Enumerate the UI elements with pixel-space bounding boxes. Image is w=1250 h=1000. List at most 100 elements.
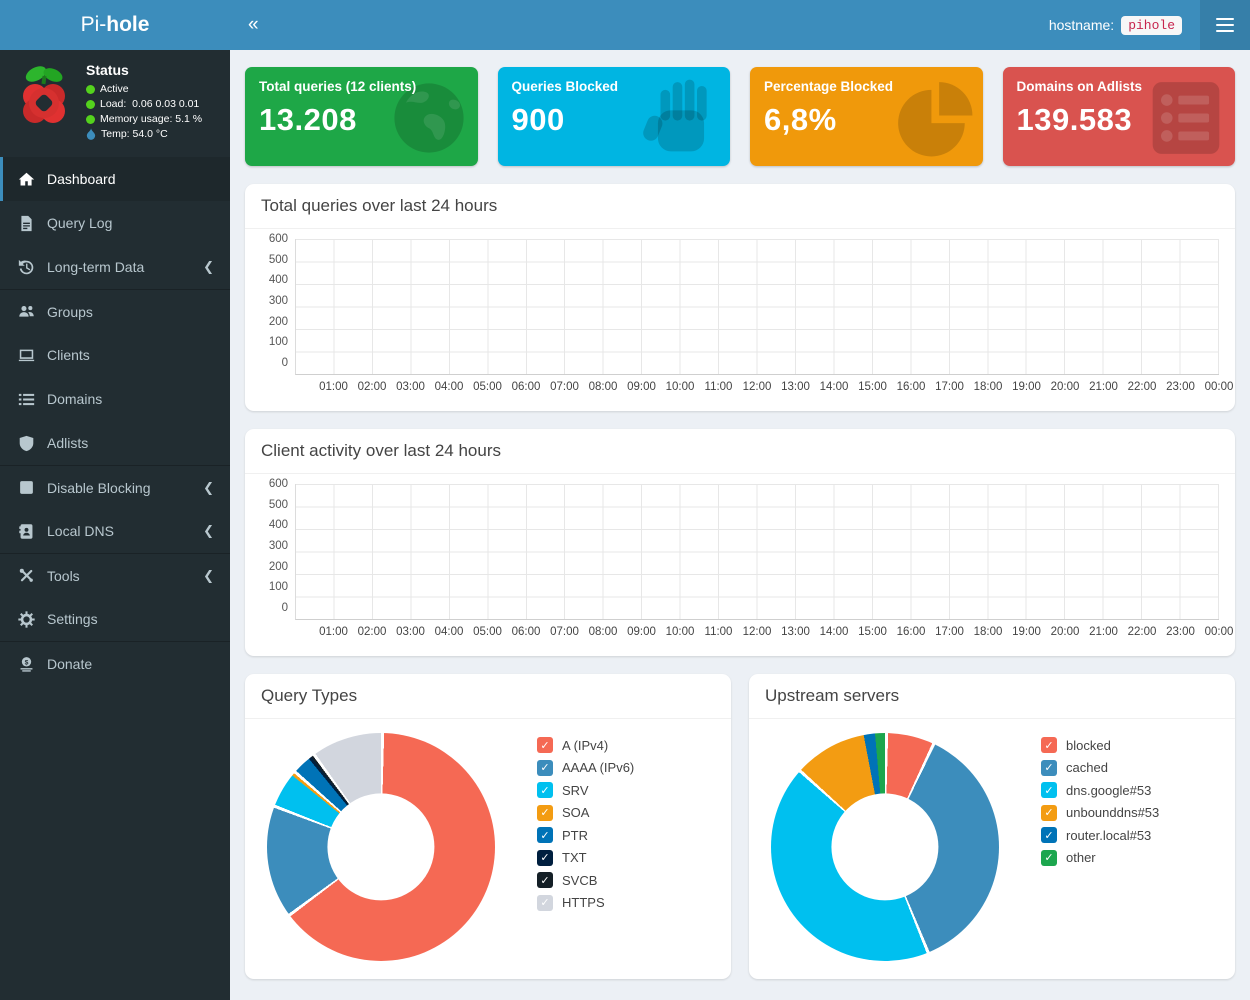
status-dot-icon bbox=[86, 114, 95, 124]
status-active: Active bbox=[86, 83, 202, 95]
list-icon bbox=[16, 389, 36, 409]
legend-checkbox-icon: ✓ bbox=[537, 894, 553, 911]
x-axis-labels: 01:00 02:00 03:00 04:00 05:00 06:00 07:00 08:00… bbox=[319, 381, 1234, 393]
legend-item[interactable]: ✓ other bbox=[1041, 849, 1159, 866]
legend-item[interactable]: ✓ router.local#53 bbox=[1041, 827, 1159, 843]
legend-label: SRV bbox=[562, 782, 589, 798]
navbar: « hostname: pihole bbox=[230, 0, 1250, 50]
status-dot-icon bbox=[86, 84, 95, 94]
total-queries-chart: 600 500 400 300 200 100 0 01:00 02:00 03:00 04:00… bbox=[255, 233, 1234, 399]
sidebar-item-groups[interactable]: Groups bbox=[0, 289, 230, 333]
legend-label: unbounddns#53 bbox=[1066, 805, 1160, 820]
upstream-servers-legend: ✓ blocked ✓ cached ✓ dns.google#53 ✓ unbounddns… bbox=[1041, 737, 1159, 961]
client-activity-box: Client activity over last 24 hours 600 50… bbox=[245, 429, 1235, 656]
legend-item[interactable]: ✓ blocked bbox=[1041, 737, 1159, 753]
sidebar-item-tools[interactable]: Tools ❮ bbox=[0, 553, 230, 597]
legend-item[interactable]: ✓ SVCB bbox=[537, 872, 634, 888]
legend-item[interactable]: ✓ PTR bbox=[537, 827, 634, 843]
legend-checkbox-icon: ✓ bbox=[1041, 804, 1057, 821]
sidebar-item-domains[interactable]: Domains bbox=[0, 377, 230, 421]
chevron-left-icon: ❮ bbox=[203, 523, 214, 538]
card-value: 6,8% bbox=[764, 102, 837, 137]
card-value: 900 bbox=[511, 102, 565, 137]
total-queries-title: Total queries over last 24 hours bbox=[245, 184, 1235, 229]
brand-text-light: Pi- bbox=[80, 13, 107, 36]
tools-icon bbox=[16, 566, 36, 586]
query-types-box: Query Types ✓ A (IPv4) ✓ AAAA (IPv6) ✓ SRV ✓ SO… bbox=[245, 674, 731, 979]
main-content: Total queries (12 clients) 13.208 Querie… bbox=[230, 50, 1250, 1000]
laptop-icon bbox=[16, 345, 36, 365]
navbar-right: hostname: pihole bbox=[1049, 0, 1250, 50]
sidebar-item-dashboard[interactable]: Dashboard bbox=[0, 157, 230, 201]
menu-toggle-icon[interactable] bbox=[1200, 0, 1250, 50]
hostname-label: hostname: bbox=[1048, 17, 1115, 33]
pihole-raspberry-logo bbox=[12, 62, 76, 126]
temperature-flame-icon bbox=[86, 128, 96, 140]
sidebar-item-settings[interactable]: Settings bbox=[0, 597, 230, 641]
legend-item[interactable]: ✓ A (IPv4) bbox=[537, 737, 634, 753]
card-value: 13.208 bbox=[259, 102, 357, 137]
legend-label: SOA bbox=[562, 805, 590, 820]
card-percentage-blocked[interactable]: Percentage Blocked 6,8% bbox=[750, 67, 983, 166]
status-memory: Memory usage: 5.1 % bbox=[86, 113, 202, 125]
stop-icon bbox=[16, 478, 36, 498]
legend-checkbox-icon: ✓ bbox=[1041, 849, 1057, 866]
sidebar-item-query-log[interactable]: Query Log bbox=[0, 201, 230, 245]
history-icon bbox=[16, 257, 36, 277]
card-queries-blocked[interactable]: Queries Blocked 900 bbox=[497, 67, 730, 166]
legend-label: AAAA (IPv6) bbox=[562, 760, 635, 775]
upstream-servers-title: Upstream servers bbox=[749, 674, 1235, 719]
top-bar: Pi-hole « hostname: pihole bbox=[0, 0, 1250, 50]
status-temp: Temp: 54.0 °C bbox=[86, 128, 202, 140]
legend-item[interactable]: ✓ AAAA (IPv6) bbox=[537, 759, 635, 776]
legend-checkbox-icon: ✓ bbox=[537, 827, 553, 843]
sidebar-item-long-term-data[interactable]: Long-term Data ❮ bbox=[0, 245, 230, 289]
legend-checkbox-icon: ✓ bbox=[1041, 737, 1057, 753]
sidebar-item-disable-blocking[interactable]: Disable Blocking ❮ bbox=[0, 465, 230, 509]
legend-item[interactable]: ✓ unbounddns#53 bbox=[1041, 804, 1160, 821]
legend-checkbox-icon: ✓ bbox=[537, 759, 553, 776]
sidebar-item-adlists[interactable]: Adlists bbox=[0, 421, 230, 465]
legend-label: A (IPv4) bbox=[562, 737, 609, 753]
summary-cards: Total queries (12 clients) 13.208 Querie… bbox=[245, 67, 1235, 166]
card-total-queries[interactable]: Total queries (12 clients) 13.208 bbox=[245, 67, 478, 166]
card-title: Queries Blocked bbox=[511, 79, 619, 94]
sidebar-menu: Dashboard Query Log Long-term Data ❮ Gro… bbox=[0, 157, 230, 685]
legend-label: dns.google#53 bbox=[1066, 782, 1152, 798]
legend-label: TXT bbox=[562, 850, 587, 865]
status-details: Status Active Load: 0.06 0.03 0.01 Memor… bbox=[86, 62, 202, 143]
users-icon bbox=[16, 302, 36, 322]
legend-item[interactable]: ✓ SRV bbox=[537, 782, 634, 798]
card-title: Total queries (12 clients) bbox=[259, 79, 417, 94]
legend-item[interactable]: ✓ cached bbox=[1041, 759, 1159, 776]
legend-checkbox-icon: ✓ bbox=[1041, 759, 1057, 776]
legend-checkbox-icon: ✓ bbox=[537, 849, 553, 866]
legend-label: blocked bbox=[1066, 737, 1111, 753]
legend-item[interactable]: ✓ dns.google#53 bbox=[1041, 782, 1159, 798]
gear-icon bbox=[16, 609, 36, 629]
chart-plot-area bbox=[295, 484, 1219, 620]
legend-item[interactable]: ✓ SOA bbox=[537, 804, 634, 821]
sidebar: Status Active Load: 0.06 0.03 0.01 Memor… bbox=[0, 50, 230, 1000]
card-domains-on-adlists[interactable]: Domains on Adlists 139.583 bbox=[1002, 67, 1235, 166]
shield-icon bbox=[16, 433, 36, 453]
legend-label: router.local#53 bbox=[1066, 827, 1152, 843]
legend-label: cached bbox=[1066, 760, 1108, 775]
sidebar-collapse-icon[interactable]: « bbox=[230, 14, 277, 36]
query-types-donut bbox=[267, 733, 495, 961]
file-icon bbox=[16, 213, 36, 233]
sidebar-item-donate[interactable]: $ Donate bbox=[0, 641, 230, 685]
legend-checkbox-icon: ✓ bbox=[537, 737, 553, 753]
sidebar-item-local-dns[interactable]: Local DNS ❮ bbox=[0, 509, 230, 553]
legend-item[interactable]: ✓ HTTPS bbox=[537, 894, 634, 911]
donut-hole bbox=[831, 793, 939, 901]
app-logo[interactable]: Pi-hole bbox=[0, 0, 230, 50]
upstream-servers-donut bbox=[771, 733, 999, 961]
status-panel: Status Active Load: 0.06 0.03 0.01 Memor… bbox=[0, 50, 230, 157]
client-activity-chart: 600 500 400 300 200 100 0 01:00 02:00 03:00 04:00… bbox=[255, 478, 1234, 644]
query-types-legend: ✓ A (IPv4) ✓ AAAA (IPv6) ✓ SRV ✓ SOA ✓ PTR ✓ TXT ✓ SV… bbox=[537, 737, 634, 961]
address-book-icon bbox=[16, 521, 36, 541]
sidebar-item-clients[interactable]: Clients bbox=[0, 333, 230, 377]
legend-item[interactable]: ✓ TXT bbox=[537, 849, 634, 866]
card-title: Domains on Adlists bbox=[1016, 79, 1143, 94]
